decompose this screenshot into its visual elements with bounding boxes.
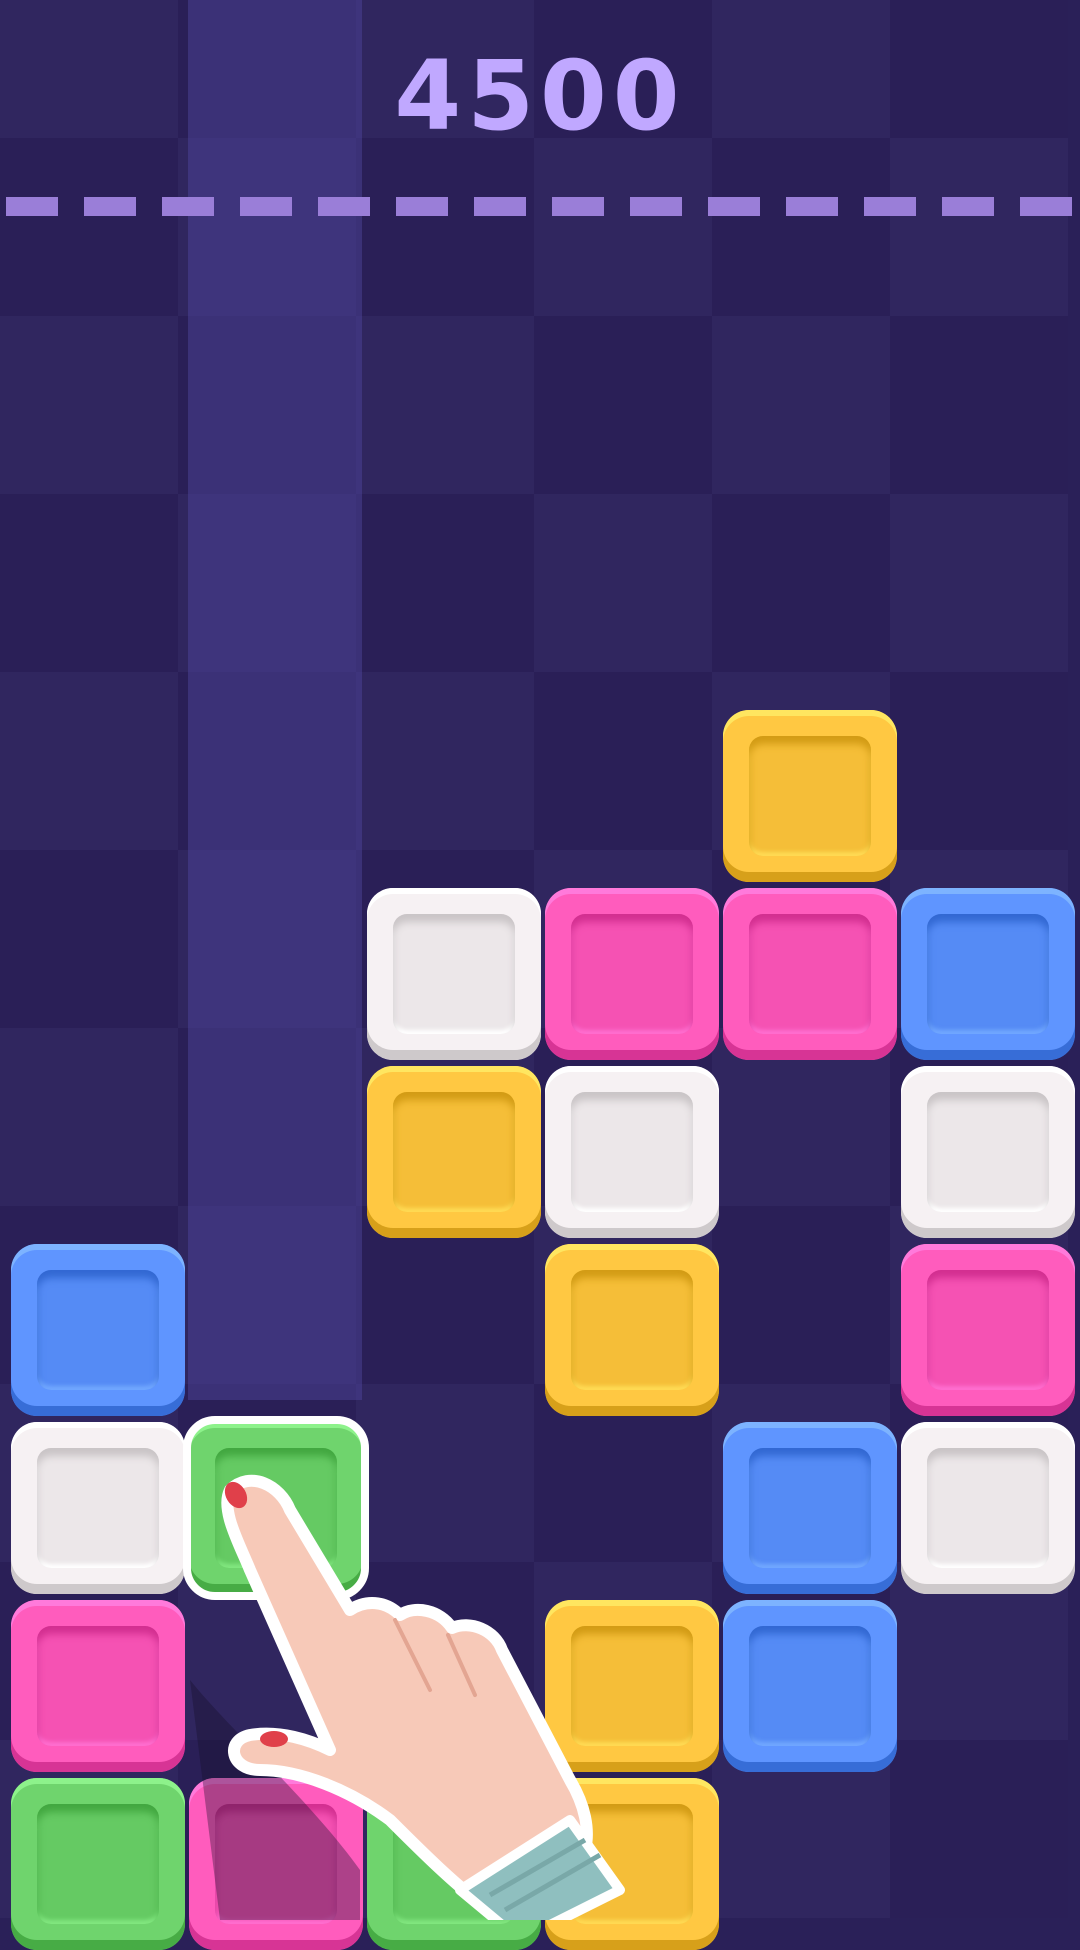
block-white[interactable] [901, 1422, 1075, 1594]
block-face [571, 914, 693, 1034]
dash-segment [1020, 197, 1072, 216]
block-yellow[interactable] [723, 710, 897, 882]
dash-segment [630, 197, 682, 216]
grid-cell [356, 316, 534, 494]
grid-cell [534, 138, 712, 316]
block-face [571, 1092, 693, 1212]
grid-cell [356, 494, 534, 672]
block-yellow[interactable] [545, 1244, 719, 1416]
block-pink[interactable] [545, 888, 719, 1060]
dash-segment [240, 197, 292, 216]
grid-cell [0, 672, 178, 850]
grid-cell [712, 494, 890, 672]
grid-cell [890, 672, 1068, 850]
block-face [37, 1626, 159, 1746]
grid-cell [890, 1740, 1068, 1918]
dash-segment [318, 197, 370, 216]
score-display: 4500 [394, 40, 686, 152]
block-face [37, 1804, 159, 1924]
grid-cell [356, 672, 534, 850]
grid-cell [356, 138, 534, 316]
grid-cell [534, 316, 712, 494]
block-face [749, 914, 871, 1034]
dash-segment [786, 197, 838, 216]
grid-cell [712, 1206, 890, 1384]
block-white[interactable] [901, 1066, 1075, 1238]
grid-cell [890, 494, 1068, 672]
dash-segment [162, 197, 214, 216]
grid-cell [534, 672, 712, 850]
block-blue[interactable] [11, 1244, 185, 1416]
dash-segment [708, 197, 760, 216]
block-face [571, 1270, 693, 1390]
dash-segment [552, 197, 604, 216]
grid-cell [712, 316, 890, 494]
dash-segment [396, 197, 448, 216]
grid-cell [890, 316, 1068, 494]
block-face [37, 1270, 159, 1390]
block-blue[interactable] [723, 1422, 897, 1594]
block-yellow[interactable] [367, 1066, 541, 1238]
block-face [37, 1448, 159, 1568]
grid-cell [0, 494, 178, 672]
block-face [393, 1092, 515, 1212]
dash-segment [84, 197, 136, 216]
block-face [927, 1092, 1049, 1212]
grid-cell [0, 1028, 178, 1206]
block-face [927, 1270, 1049, 1390]
block-white[interactable] [367, 888, 541, 1060]
pointing-hand-icon [190, 1474, 625, 1920]
block-blue[interactable] [723, 1600, 897, 1772]
block-face [749, 736, 871, 856]
block-face [927, 1448, 1049, 1568]
block-face [927, 914, 1049, 1034]
dash-segment [864, 197, 916, 216]
grid-cell [890, 138, 1068, 316]
block-face [749, 1626, 871, 1746]
grid-cell [534, 494, 712, 672]
grid-cell [712, 138, 890, 316]
block-green[interactable] [11, 1778, 185, 1950]
dash-segment [474, 197, 526, 216]
block-pink[interactable] [723, 888, 897, 1060]
grid-cell [0, 850, 178, 1028]
block-pink[interactable] [901, 1244, 1075, 1416]
block-face [749, 1448, 871, 1568]
grid-cell [0, 138, 178, 316]
dash-segment [942, 197, 994, 216]
block-pink[interactable] [11, 1600, 185, 1772]
block-face [393, 914, 515, 1034]
block-white[interactable] [545, 1066, 719, 1238]
block-white[interactable] [11, 1422, 185, 1594]
dash-segment [6, 197, 58, 216]
block-blue[interactable] [901, 888, 1075, 1060]
grid-cell [0, 316, 178, 494]
